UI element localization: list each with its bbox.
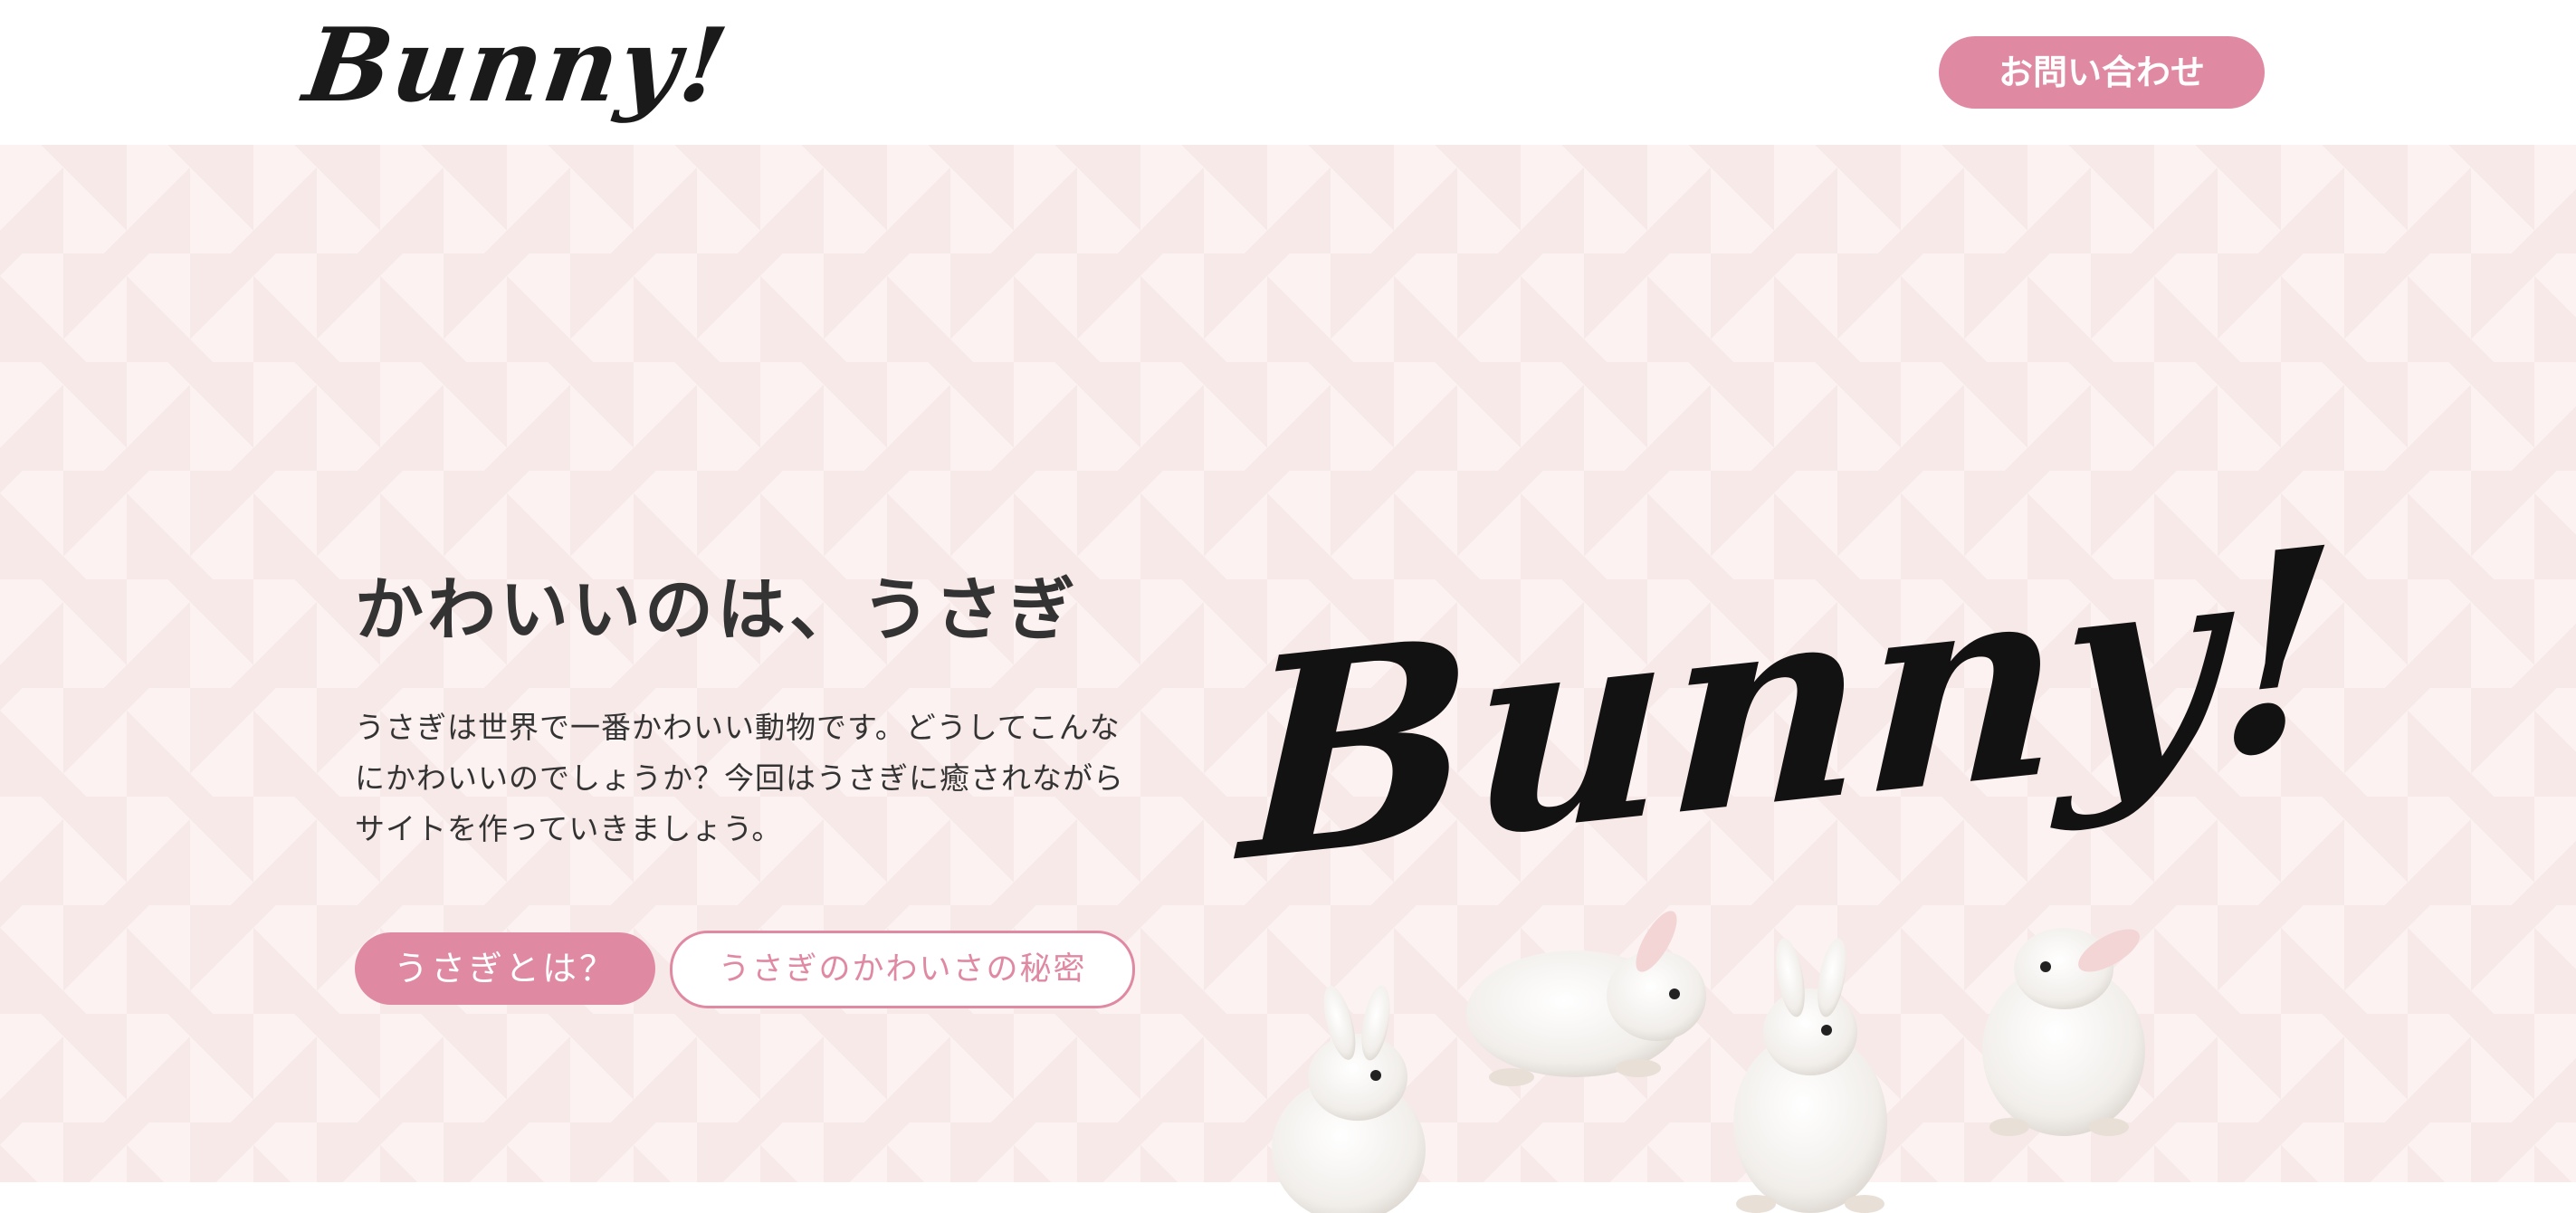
hero-image: Bunny! <box>1237 485 2342 1213</box>
about-rabbit-button[interactable]: うさぎとは？ <box>355 932 655 1005</box>
hero-section: かわいいのは、うさぎ うさぎは世界で一番かわいい動物です。どうしてこんな にかわ… <box>0 145 2576 1213</box>
rabbit-3 <box>1733 938 1887 1213</box>
site-header: Bunny! お問い合わせ <box>0 0 2576 145</box>
contact-button[interactable]: お問い合わせ <box>1939 36 2265 109</box>
site-logo[interactable]: Bunny! <box>298 6 736 125</box>
rabbits-icon <box>1272 911 2145 1213</box>
rabbit-1 <box>1272 985 1426 1213</box>
rabbit-4 <box>1982 928 2145 1136</box>
hero-description: うさぎは世界で一番かわいい動物です。どうしてこんな にかわいいのでしょうか？今回… <box>355 702 1133 855</box>
hero-title: かわいいのは、うさぎ <box>355 569 1079 650</box>
hero-logo-art: Bunny! <box>1237 485 2342 923</box>
hero-description-line-1: うさぎは世界で一番かわいい動物です。どうしてこんな <box>355 710 1121 745</box>
rabbit-2 <box>1466 911 1706 1086</box>
cuteness-secret-button[interactable]: うさぎのかわいさの秘密 <box>670 931 1135 1008</box>
hero-description-line-2: にかわいいのでしょうか？今回はうさぎに癒されながら <box>355 760 1124 796</box>
hero-description-line-3: サイトを作っていきましょう。 <box>355 811 783 846</box>
